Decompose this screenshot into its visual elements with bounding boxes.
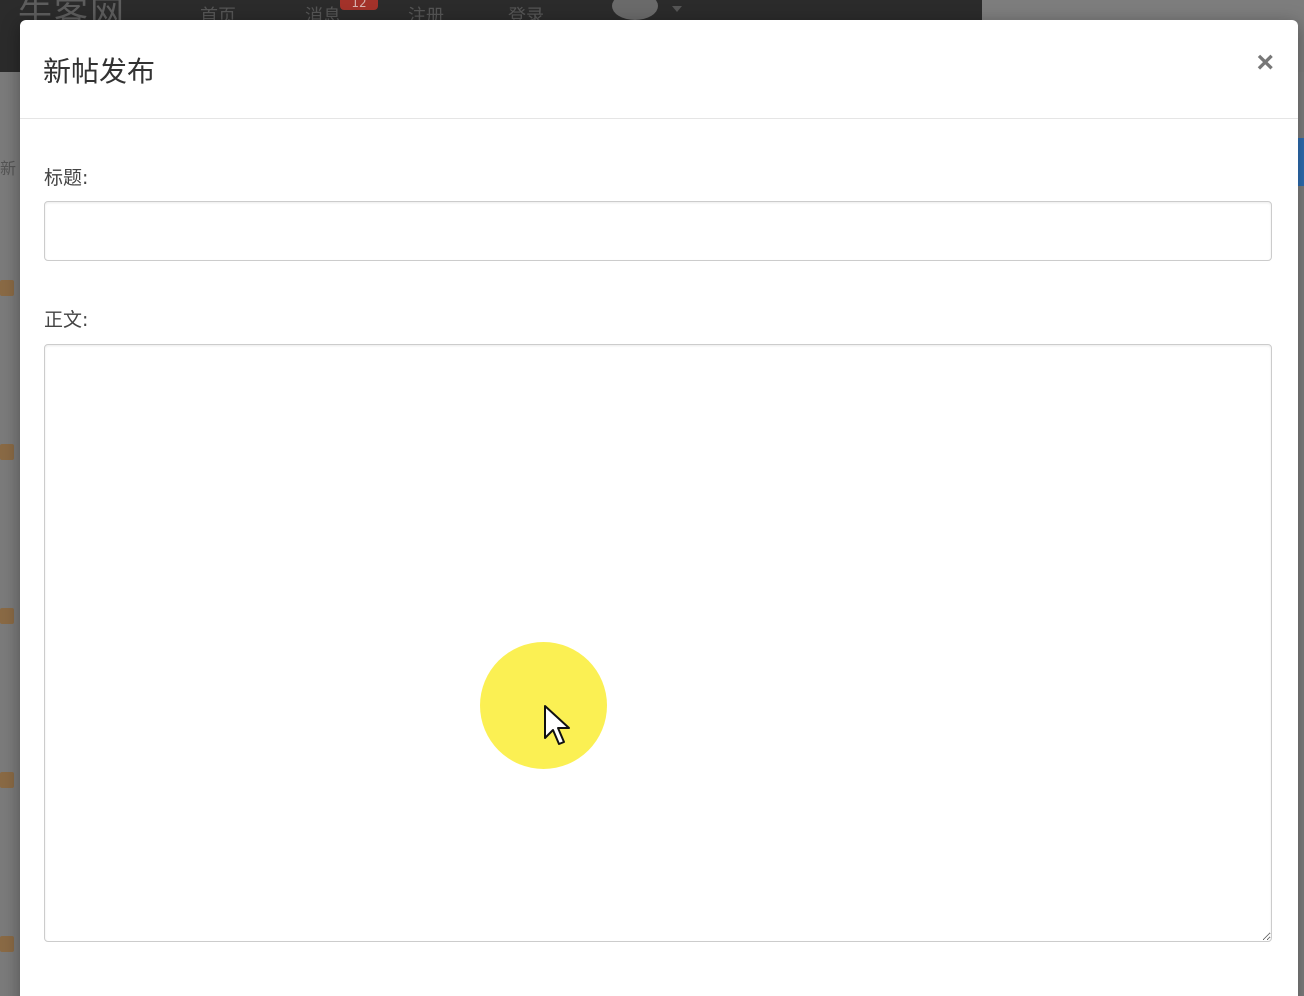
mouse-pointer-icon — [544, 705, 570, 745]
background-left-strip — [0, 72, 20, 996]
background-marker — [0, 444, 14, 460]
close-icon: × — [1256, 46, 1274, 79]
modal-title: 新帖发布 — [43, 55, 156, 88]
background-marker — [0, 608, 14, 624]
body-textarea[interactable] — [44, 344, 1272, 942]
modal-header: 新帖发布 × — [20, 20, 1298, 119]
background-badge: 12 — [340, 0, 378, 10]
background-right-strip — [1298, 72, 1304, 996]
background-right-accent — [1298, 138, 1304, 186]
background-marker — [0, 280, 14, 296]
background-marker — [0, 772, 14, 788]
title-input[interactable] — [44, 201, 1272, 261]
background-avatar — [612, 0, 658, 20]
body-label: 正文: — [44, 309, 89, 331]
chevron-down-icon — [672, 6, 682, 12]
new-post-modal: 新帖发布 × 标题: 正文: — [20, 20, 1298, 996]
close-button[interactable]: × — [1256, 48, 1274, 78]
background-marker — [0, 936, 14, 952]
title-label: 标题: — [44, 167, 89, 189]
background-text: 新 — [0, 159, 17, 178]
